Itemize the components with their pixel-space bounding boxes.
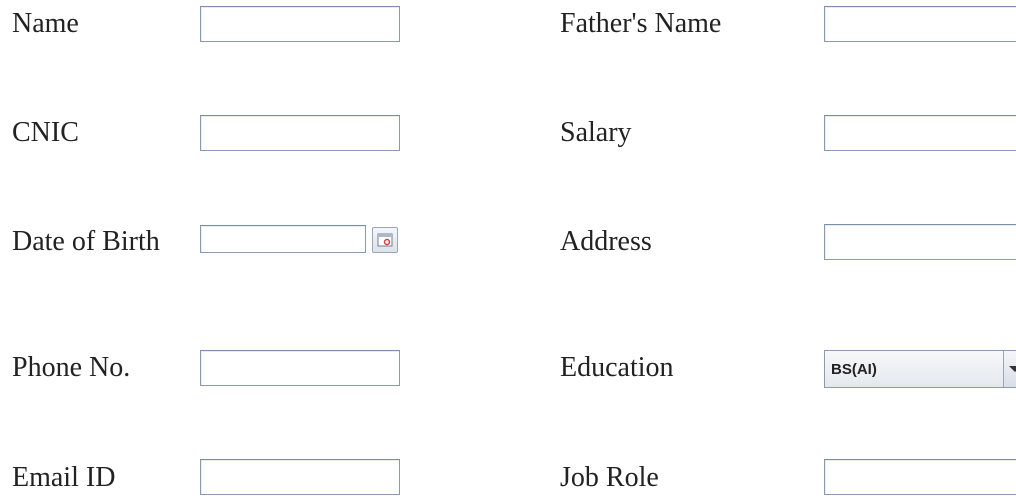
cnic-field[interactable] bbox=[200, 115, 400, 151]
fathers-name-label: Father's Name bbox=[560, 8, 722, 39]
date-of-birth-field[interactable] bbox=[200, 225, 366, 253]
date-of-birth-input[interactable] bbox=[201, 226, 365, 252]
date-of-birth-label: Date of Birth bbox=[12, 226, 160, 257]
education-dropdown[interactable]: BS(AI) bbox=[824, 350, 1016, 388]
email-id-field[interactable] bbox=[200, 459, 400, 495]
education-label: Education bbox=[560, 352, 674, 383]
phone-no-field[interactable] bbox=[200, 350, 400, 386]
name-field[interactable] bbox=[200, 6, 400, 42]
email-id-input[interactable] bbox=[201, 460, 399, 494]
fathers-name-field[interactable] bbox=[824, 6, 1016, 42]
job-role-label: Job Role bbox=[560, 462, 659, 493]
phone-no-label: Phone No. bbox=[12, 352, 131, 383]
date-picker-button[interactable] bbox=[372, 227, 398, 253]
name-label: Name bbox=[12, 8, 79, 39]
address-input[interactable] bbox=[825, 225, 1016, 259]
chevron-down-icon[interactable] bbox=[1003, 351, 1016, 387]
job-role-field[interactable] bbox=[824, 459, 1016, 495]
cnic-label: CNIC bbox=[12, 117, 79, 148]
phone-no-input[interactable] bbox=[201, 351, 399, 385]
email-id-label: Email ID bbox=[12, 462, 116, 493]
name-input[interactable] bbox=[201, 7, 399, 41]
calendar-icon bbox=[377, 233, 393, 247]
address-field[interactable] bbox=[824, 224, 1016, 260]
salary-label: Salary bbox=[560, 117, 632, 148]
cnic-input[interactable] bbox=[201, 116, 399, 150]
salary-field[interactable] bbox=[824, 115, 1016, 151]
education-selected-value: BS(AI) bbox=[831, 360, 877, 378]
job-role-input[interactable] bbox=[825, 460, 1016, 494]
address-label: Address bbox=[560, 226, 652, 257]
fathers-name-input[interactable] bbox=[825, 7, 1016, 41]
salary-input[interactable] bbox=[825, 116, 1016, 150]
